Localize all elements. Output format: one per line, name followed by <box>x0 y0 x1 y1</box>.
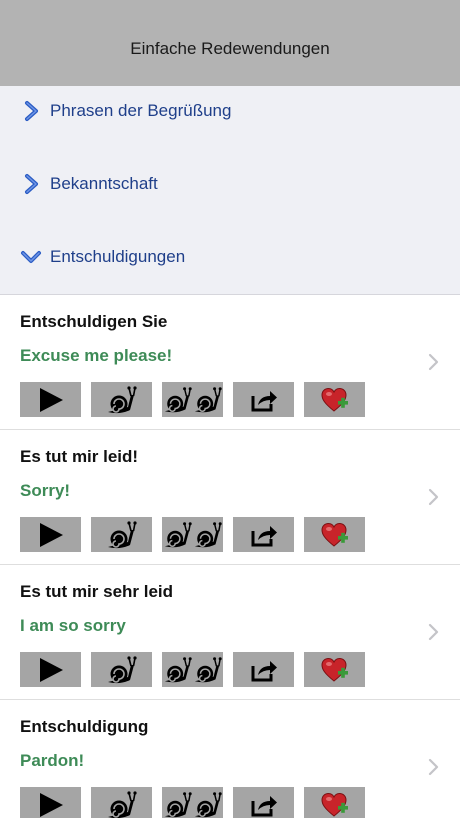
play-very-slow-button[interactable] <box>162 652 223 687</box>
navigation-bar: Einfache Redewendungen <box>0 0 460 86</box>
double-snail-icon <box>164 656 222 682</box>
phrase-row[interactable]: Es tut mir leid! Sorry! <box>0 430 460 565</box>
category-label: Phrasen der Begrüßung <box>50 101 232 120</box>
german-phrase: Es tut mir sehr leid <box>20 582 174 601</box>
share-icon <box>251 390 277 411</box>
add-favorite-button[interactable] <box>304 787 365 818</box>
snail-icon <box>107 655 137 683</box>
play-button[interactable] <box>20 517 81 552</box>
chevron-right-icon <box>25 101 38 121</box>
chevron-down-icon <box>21 251 41 263</box>
play-button[interactable] <box>20 382 81 417</box>
heart-plus-icon <box>320 387 348 412</box>
disclosure-chevron-icon[interactable] <box>428 623 440 641</box>
play-button[interactable] <box>20 787 81 818</box>
category-apologies[interactable]: Entschuldigungen <box>0 232 460 282</box>
play-button[interactable] <box>20 652 81 687</box>
german-phrase: Es tut mir leid! <box>20 447 139 466</box>
snail-icon <box>107 385 137 413</box>
category-label: Entschuldigungen <box>50 247 186 266</box>
play-icon <box>39 522 63 547</box>
heart-plus-icon <box>320 522 348 547</box>
disclosure-chevron-icon[interactable] <box>428 353 440 371</box>
double-snail-icon <box>164 791 222 817</box>
german-phrase: Entschuldigung <box>20 717 149 736</box>
disclosure-chevron-icon[interactable] <box>428 758 440 776</box>
play-slow-button[interactable] <box>91 517 152 552</box>
english-translation: Pardon! <box>20 751 85 770</box>
share-button[interactable] <box>233 652 294 687</box>
share-button[interactable] <box>233 517 294 552</box>
play-slow-button[interactable] <box>91 787 152 818</box>
double-snail-icon <box>164 386 222 412</box>
play-slow-button[interactable] <box>91 652 152 687</box>
play-icon <box>39 657 63 682</box>
snail-icon <box>107 520 137 548</box>
phrase-row[interactable]: Es tut mir sehr leid I am so sorry <box>0 565 460 700</box>
snail-icon <box>107 790 137 818</box>
share-icon <box>251 660 277 681</box>
english-translation: Sorry! <box>20 481 71 500</box>
play-very-slow-button[interactable] <box>162 517 223 552</box>
play-icon <box>39 387 63 412</box>
add-favorite-button[interactable] <box>304 517 365 552</box>
english-translation: I am so sorry <box>20 616 126 635</box>
category-list: Phrasen der Begrüßung Bekanntschaft Ents… <box>0 86 460 295</box>
play-very-slow-button[interactable] <box>162 787 223 818</box>
play-icon <box>39 792 63 817</box>
category-label: Bekanntschaft <box>50 174 158 193</box>
phrase-row[interactable]: Entschuldigen Sie Excuse me please! <box>0 295 460 430</box>
share-icon <box>251 795 277 816</box>
share-icon <box>251 525 277 546</box>
double-snail-icon <box>164 521 222 547</box>
share-button[interactable] <box>233 787 294 818</box>
category-greetings[interactable]: Phrasen der Begrüßung <box>0 86 460 136</box>
share-button[interactable] <box>233 382 294 417</box>
chevron-right-icon <box>25 174 38 194</box>
heart-plus-icon <box>320 792 348 817</box>
english-translation: Excuse me please! <box>20 346 173 365</box>
page-title: Einfache Redewendungen <box>130 39 330 58</box>
add-favorite-button[interactable] <box>304 652 365 687</box>
german-phrase: Entschuldigen Sie <box>20 312 168 331</box>
play-slow-button[interactable] <box>91 382 152 417</box>
add-favorite-button[interactable] <box>304 382 365 417</box>
heart-plus-icon <box>320 657 348 682</box>
phrase-row[interactable]: Entschuldigung Pardon! <box>0 700 460 818</box>
play-very-slow-button[interactable] <box>162 382 223 417</box>
disclosure-chevron-icon[interactable] <box>428 488 440 506</box>
category-acquaintance[interactable]: Bekanntschaft <box>0 159 460 209</box>
